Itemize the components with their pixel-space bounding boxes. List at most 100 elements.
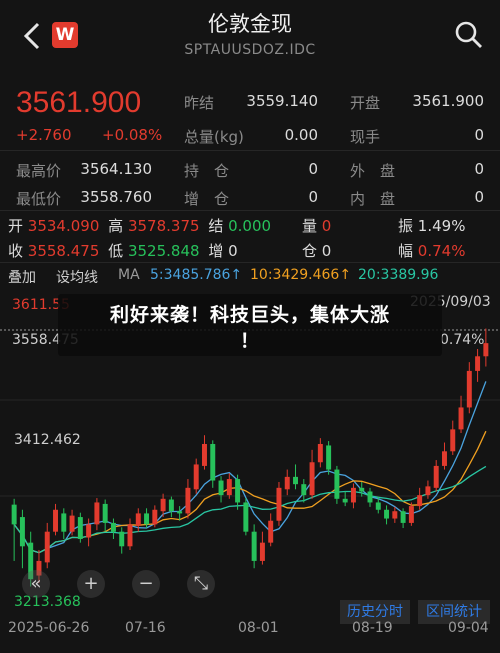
stat-label: 总量(kg)	[184, 128, 244, 146]
volume-cell: 量 0	[302, 215, 331, 236]
open-value: 3534.090	[27, 217, 100, 235]
stat-value: 0	[308, 188, 318, 206]
candle-body	[317, 443, 323, 463]
divider	[0, 210, 500, 211]
settle-value: 0.000	[228, 217, 272, 235]
collapse-icon[interactable]: «	[22, 570, 50, 598]
candle-body	[160, 498, 166, 512]
stat-value: 0	[308, 160, 318, 178]
candle-body	[110, 522, 116, 532]
search-icon[interactable]	[454, 20, 484, 50]
candle-body	[375, 502, 381, 510]
candle-body	[458, 407, 464, 430]
ma20-line	[13, 465, 487, 554]
candle-body	[293, 476, 298, 485]
candle-body	[475, 356, 481, 371]
close-label: 收	[8, 242, 24, 260]
set-ma-tab[interactable]: 设均线	[56, 267, 98, 287]
candle-body	[144, 513, 150, 525]
candle-body	[177, 511, 183, 514]
x-axis-label: 07-16	[125, 620, 166, 636]
range-cell: 幅 0.74%	[398, 240, 465, 261]
volume-label: 量	[302, 217, 318, 235]
price-change: +2.760	[16, 126, 72, 144]
candle-body	[202, 443, 207, 466]
candle-body	[210, 443, 216, 481]
candle-body	[168, 499, 174, 512]
range-label: 幅	[398, 242, 414, 260]
candle-body	[152, 509, 158, 525]
candle-body	[243, 502, 249, 532]
candle-body	[259, 542, 265, 561]
increase-value: 0	[228, 242, 238, 260]
candle-body	[359, 487, 365, 492]
candle-body	[119, 531, 125, 547]
high-value: 3578.375	[127, 217, 200, 235]
divider	[0, 262, 500, 263]
increase-label: 增	[208, 242, 224, 260]
stat-label: 外 盘	[350, 162, 396, 180]
candle-body	[417, 495, 423, 507]
x-axis-label: 2025-06-26	[8, 620, 90, 636]
ma10-line	[13, 430, 487, 554]
amplitude-label: 振	[398, 217, 414, 235]
candle-body	[276, 487, 282, 521]
candle-body	[226, 479, 232, 496]
range-value: 0.74%	[417, 242, 466, 260]
zoom-in-icon[interactable]: +	[77, 570, 105, 598]
candle-body	[392, 511, 398, 519]
candle-body	[326, 445, 332, 470]
ma5-value: 5:3485.786↑	[150, 267, 243, 283]
ma5-line	[13, 381, 487, 554]
candle-body	[235, 479, 241, 503]
candle-body	[301, 484, 307, 496]
candle-body	[135, 513, 141, 526]
settle-label: 结	[208, 217, 224, 235]
expand-icon[interactable]: ⤡	[187, 570, 215, 598]
candle-body	[408, 506, 414, 523]
candle-body	[127, 524, 133, 547]
x-axis-label: 08-01	[238, 620, 279, 636]
stat-value: 0	[474, 160, 484, 178]
candle-body	[19, 517, 25, 547]
high-label: 高	[108, 217, 124, 235]
candle-body	[193, 464, 199, 490]
candle-body	[367, 491, 373, 503]
candle-body	[425, 486, 431, 496]
stat-value: 3564.130	[80, 160, 152, 178]
stat-value: 3558.760	[80, 188, 152, 206]
volume-value: 0	[321, 217, 332, 235]
candle-body	[61, 513, 67, 532]
position-label: 仓	[302, 242, 318, 260]
open-label: 开	[8, 217, 24, 235]
candle-body	[350, 487, 356, 503]
candle-body	[384, 509, 390, 519]
overlay-tab[interactable]: 叠加	[8, 267, 36, 287]
stat-label: 内 盘	[350, 190, 396, 208]
candle-body	[450, 429, 456, 452]
low-value: 3525.848	[127, 242, 200, 260]
candle-body	[102, 503, 108, 523]
ma-label: MA	[118, 267, 140, 283]
stat-label: 持 仓	[184, 162, 230, 180]
kline-summary-row-1: 开 3534.090 高 3578.375 结 0.000	[8, 215, 271, 236]
candle-body	[44, 531, 50, 563]
candle-body	[251, 531, 257, 561]
stat-label: 昨结	[184, 94, 215, 112]
current-price: 3561.900	[16, 86, 142, 119]
candle-body	[309, 462, 315, 496]
news-banner[interactable]: 利好来袭！科技巨头，集体大涨 ！	[58, 294, 442, 356]
candle-body	[218, 480, 224, 496]
amplitude-value: 1.49%	[417, 217, 466, 235]
candle-body	[53, 509, 58, 532]
candle-body	[433, 465, 439, 488]
stat-value: 3561.900	[412, 92, 484, 110]
x-axis-label: 09-04	[448, 620, 489, 636]
candle-body	[11, 504, 17, 525]
stat-label: 最低价	[16, 190, 62, 208]
kline-summary-row-2: 收 3558.475 低 3525.848 增 0	[8, 240, 238, 261]
ma20-value: 20:3389.96	[358, 267, 439, 283]
zoom-out-icon[interactable]: −	[132, 570, 160, 598]
stat-label: 最高价	[16, 162, 62, 180]
low-label: 低	[108, 242, 124, 260]
